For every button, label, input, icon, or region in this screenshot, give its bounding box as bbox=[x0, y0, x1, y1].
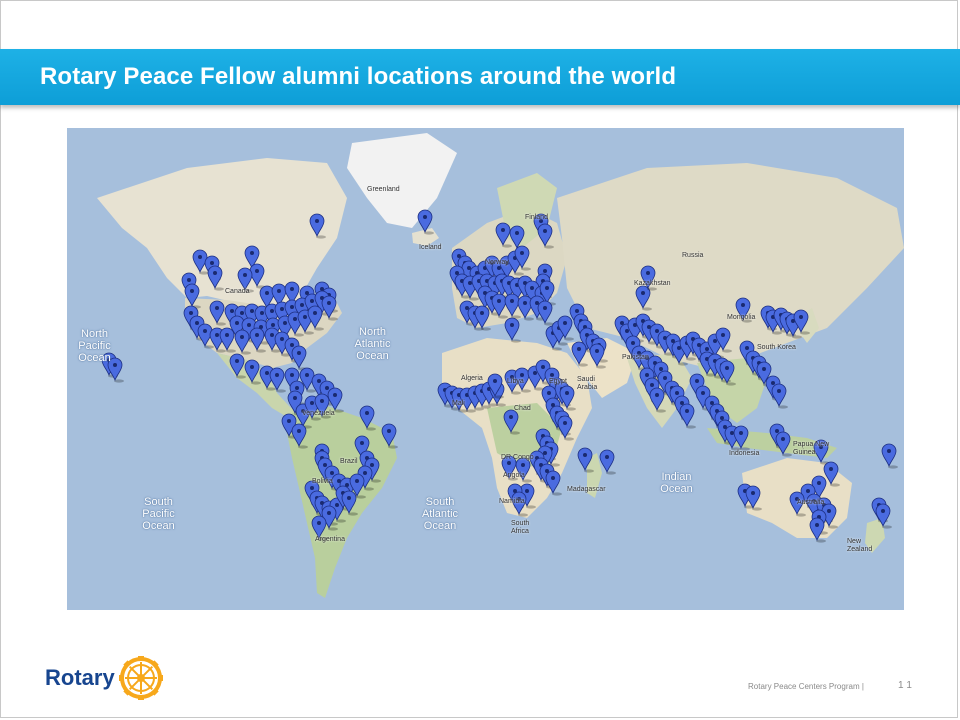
map-canvas bbox=[97, 133, 904, 598]
page-number: 1 1 bbox=[898, 680, 912, 691]
finland-label: Finland bbox=[525, 214, 548, 221]
south-africa-label: South Africa bbox=[511, 520, 530, 535]
greenland-land bbox=[347, 133, 457, 228]
footer-separator: | bbox=[861, 682, 864, 691]
title-bar: Rotary Peace Fellow alumni locations aro… bbox=[0, 49, 960, 105]
argentina-label: Argentina bbox=[315, 536, 345, 543]
norway-label: Norway bbox=[485, 259, 509, 266]
footer-program-label: Rotary Peace Centers Program bbox=[748, 682, 860, 691]
slide-title: Rotary Peace Fellow alumni locations aro… bbox=[40, 63, 677, 90]
namibia-label: Namibia bbox=[499, 498, 525, 505]
new-zealand-label: New Zealand bbox=[847, 538, 873, 553]
kazakhstan-label: Kazakhstan bbox=[634, 280, 671, 287]
madagascar-label: Madagascar bbox=[567, 486, 606, 493]
chad-label: Chad bbox=[514, 405, 531, 412]
angola-label: Angola bbox=[503, 472, 525, 479]
venezuela-label: Venezuela bbox=[302, 410, 335, 417]
congo-label: DR Congo bbox=[501, 454, 534, 461]
greenland-label: Greenland bbox=[367, 186, 400, 193]
location-pin-icon bbox=[537, 300, 554, 326]
australia-label: Australia bbox=[797, 499, 825, 506]
rotary-wordmark: Rotary bbox=[45, 665, 115, 690]
egypt-label: Egypt bbox=[549, 378, 567, 385]
south-korea-label: South Korea bbox=[757, 344, 796, 351]
brazil-label: Brazil bbox=[340, 458, 358, 465]
location-pin-icon bbox=[291, 345, 308, 371]
papua-label: Papua New Guinea bbox=[793, 441, 830, 456]
location-pin-icon bbox=[599, 449, 616, 475]
algeria-label: Algeria bbox=[461, 375, 483, 382]
canada-label: Canada bbox=[225, 288, 250, 295]
location-pin-icon bbox=[771, 383, 788, 409]
world-map: North Pacific Ocean North Atlantic Ocean… bbox=[67, 128, 904, 610]
south-atlantic-label: South Atlantic Ocean bbox=[421, 496, 459, 532]
rotary-logo: Rotary bbox=[45, 656, 175, 700]
north-atlantic-label: North Atlantic Ocean bbox=[354, 326, 391, 362]
location-pin-icon bbox=[504, 317, 521, 343]
indian-ocean-label: Indian Ocean bbox=[660, 471, 693, 495]
south-pacific-label: South Pacific Ocean bbox=[142, 496, 175, 532]
pakistan-label: Pakistan bbox=[622, 354, 649, 361]
iceland-label: Iceland bbox=[419, 244, 442, 251]
russia-label: Russia bbox=[682, 252, 704, 259]
landmasses bbox=[97, 133, 904, 598]
libya-label: Libya bbox=[507, 378, 524, 385]
north-pacific-label: North Pacific Ocean bbox=[78, 328, 111, 364]
location-pin-icon bbox=[679, 403, 696, 429]
mali-label: Mali bbox=[452, 400, 465, 407]
arabia-label: Saudi Arabia bbox=[577, 376, 598, 391]
asia-land bbox=[557, 163, 904, 368]
indonesia-label: Indonesia bbox=[729, 450, 760, 457]
footer-program: Rotary Peace Centers Program | bbox=[748, 682, 864, 691]
location-pin-icon bbox=[881, 443, 898, 469]
north-america-north bbox=[97, 158, 347, 308]
mongolia-label: Mongolia bbox=[727, 314, 756, 321]
bolivia-label: Bolivia bbox=[312, 478, 333, 485]
rotary-wheel-icon bbox=[119, 656, 163, 700]
